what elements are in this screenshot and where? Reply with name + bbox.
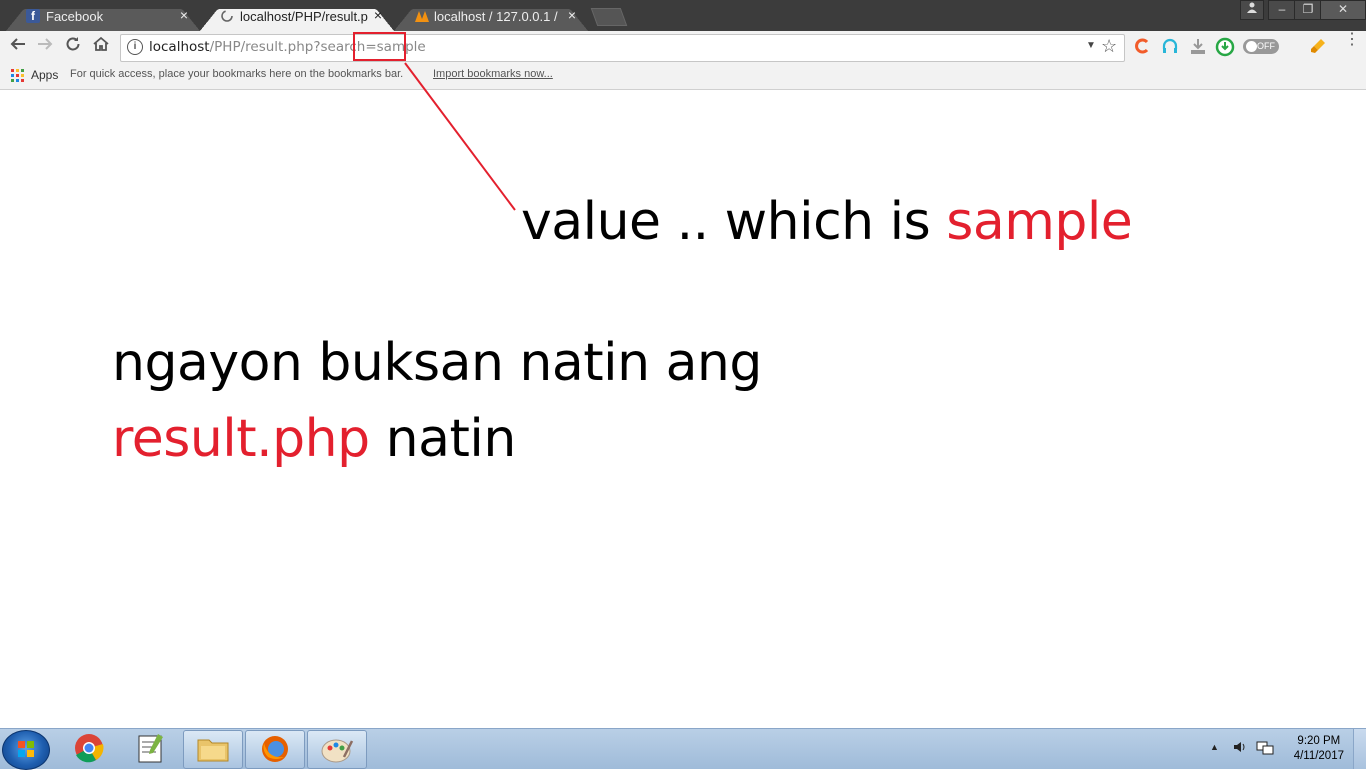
annotation-line3: result.php natin <box>112 409 516 469</box>
windows-logo-icon <box>18 741 34 757</box>
show-desktop-button[interactable] <box>1353 729 1366 769</box>
firefox-icon <box>262 736 288 762</box>
clock-time: 9:20 PM <box>1297 735 1341 747</box>
show-hidden-icons-icon[interactable]: ▲ <box>1210 742 1219 752</box>
annotation-paragraph: ngayon buksan natin ang result.php natin <box>112 325 762 477</box>
clock-date: 4/11/2017 <box>1293 750 1344 762</box>
taskbar-paint[interactable] <box>307 730 367 769</box>
taskbar: ▲ 9:20 PM 4/11/2017 <box>0 728 1366 770</box>
chrome-icon <box>75 734 104 763</box>
notepad-plus-icon <box>138 734 163 763</box>
annotation-filename: result.php <box>112 409 370 469</box>
network-icon[interactable] <box>1256 739 1274 760</box>
taskbar-firefox[interactable] <box>245 730 305 769</box>
taskbar-explorer[interactable] <box>183 730 243 769</box>
annotation-value: sample <box>946 192 1133 252</box>
start-button[interactable] <box>2 730 50 770</box>
taskbar-chrome[interactable] <box>60 730 118 767</box>
paint-icon <box>321 739 354 763</box>
annotation-line2: ngayon buksan natin ang <box>112 333 762 393</box>
system-clock[interactable]: 9:20 PM 4/11/2017 <box>1294 734 1344 764</box>
taskbar-notepadpp[interactable] <box>122 730 180 767</box>
file-explorer-icon <box>197 739 229 762</box>
annotation-line1: value .. which is sample <box>521 192 1133 252</box>
volume-icon[interactable] <box>1232 739 1248 760</box>
